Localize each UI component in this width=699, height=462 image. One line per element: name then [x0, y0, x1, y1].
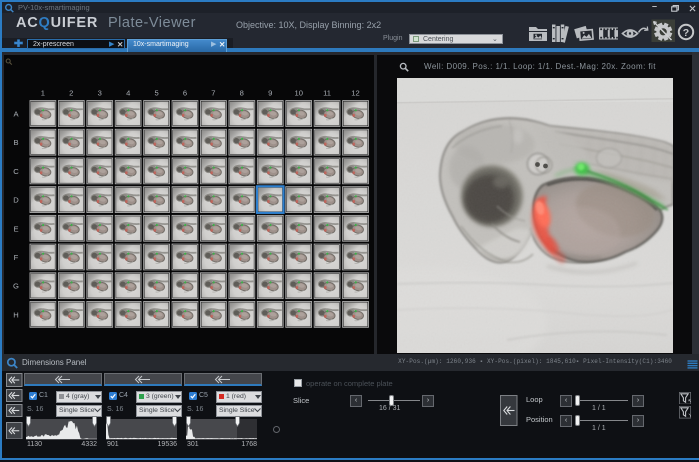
- svg-text:9: 9: [268, 88, 272, 97]
- svg-text:7: 7: [211, 88, 215, 97]
- svg-text:5: 5: [154, 88, 158, 97]
- svg-text:3: 3: [98, 88, 102, 97]
- svg-text:?: ?: [683, 27, 689, 39]
- svg-text:8: 8: [240, 88, 244, 97]
- svg-text:↘: ↘: [688, 413, 691, 419]
- svg-text:6: 6: [183, 88, 187, 97]
- svg-text:C: C: [13, 166, 19, 175]
- svg-text:E: E: [13, 224, 18, 233]
- svg-text:A: A: [13, 109, 19, 118]
- svg-text:12: 12: [351, 88, 359, 97]
- svg-text:1: 1: [41, 88, 45, 97]
- svg-text:↖: ↖: [688, 399, 691, 405]
- svg-text:D: D: [13, 195, 19, 204]
- svg-text:10: 10: [294, 88, 302, 97]
- svg-text:2: 2: [69, 88, 73, 97]
- svg-text:11: 11: [323, 88, 331, 97]
- svg-text:F: F: [14, 253, 19, 262]
- svg-text:G: G: [13, 281, 19, 290]
- svg-text:H: H: [13, 310, 18, 319]
- svg-text:4: 4: [126, 88, 130, 97]
- svg-text:B: B: [13, 138, 18, 147]
